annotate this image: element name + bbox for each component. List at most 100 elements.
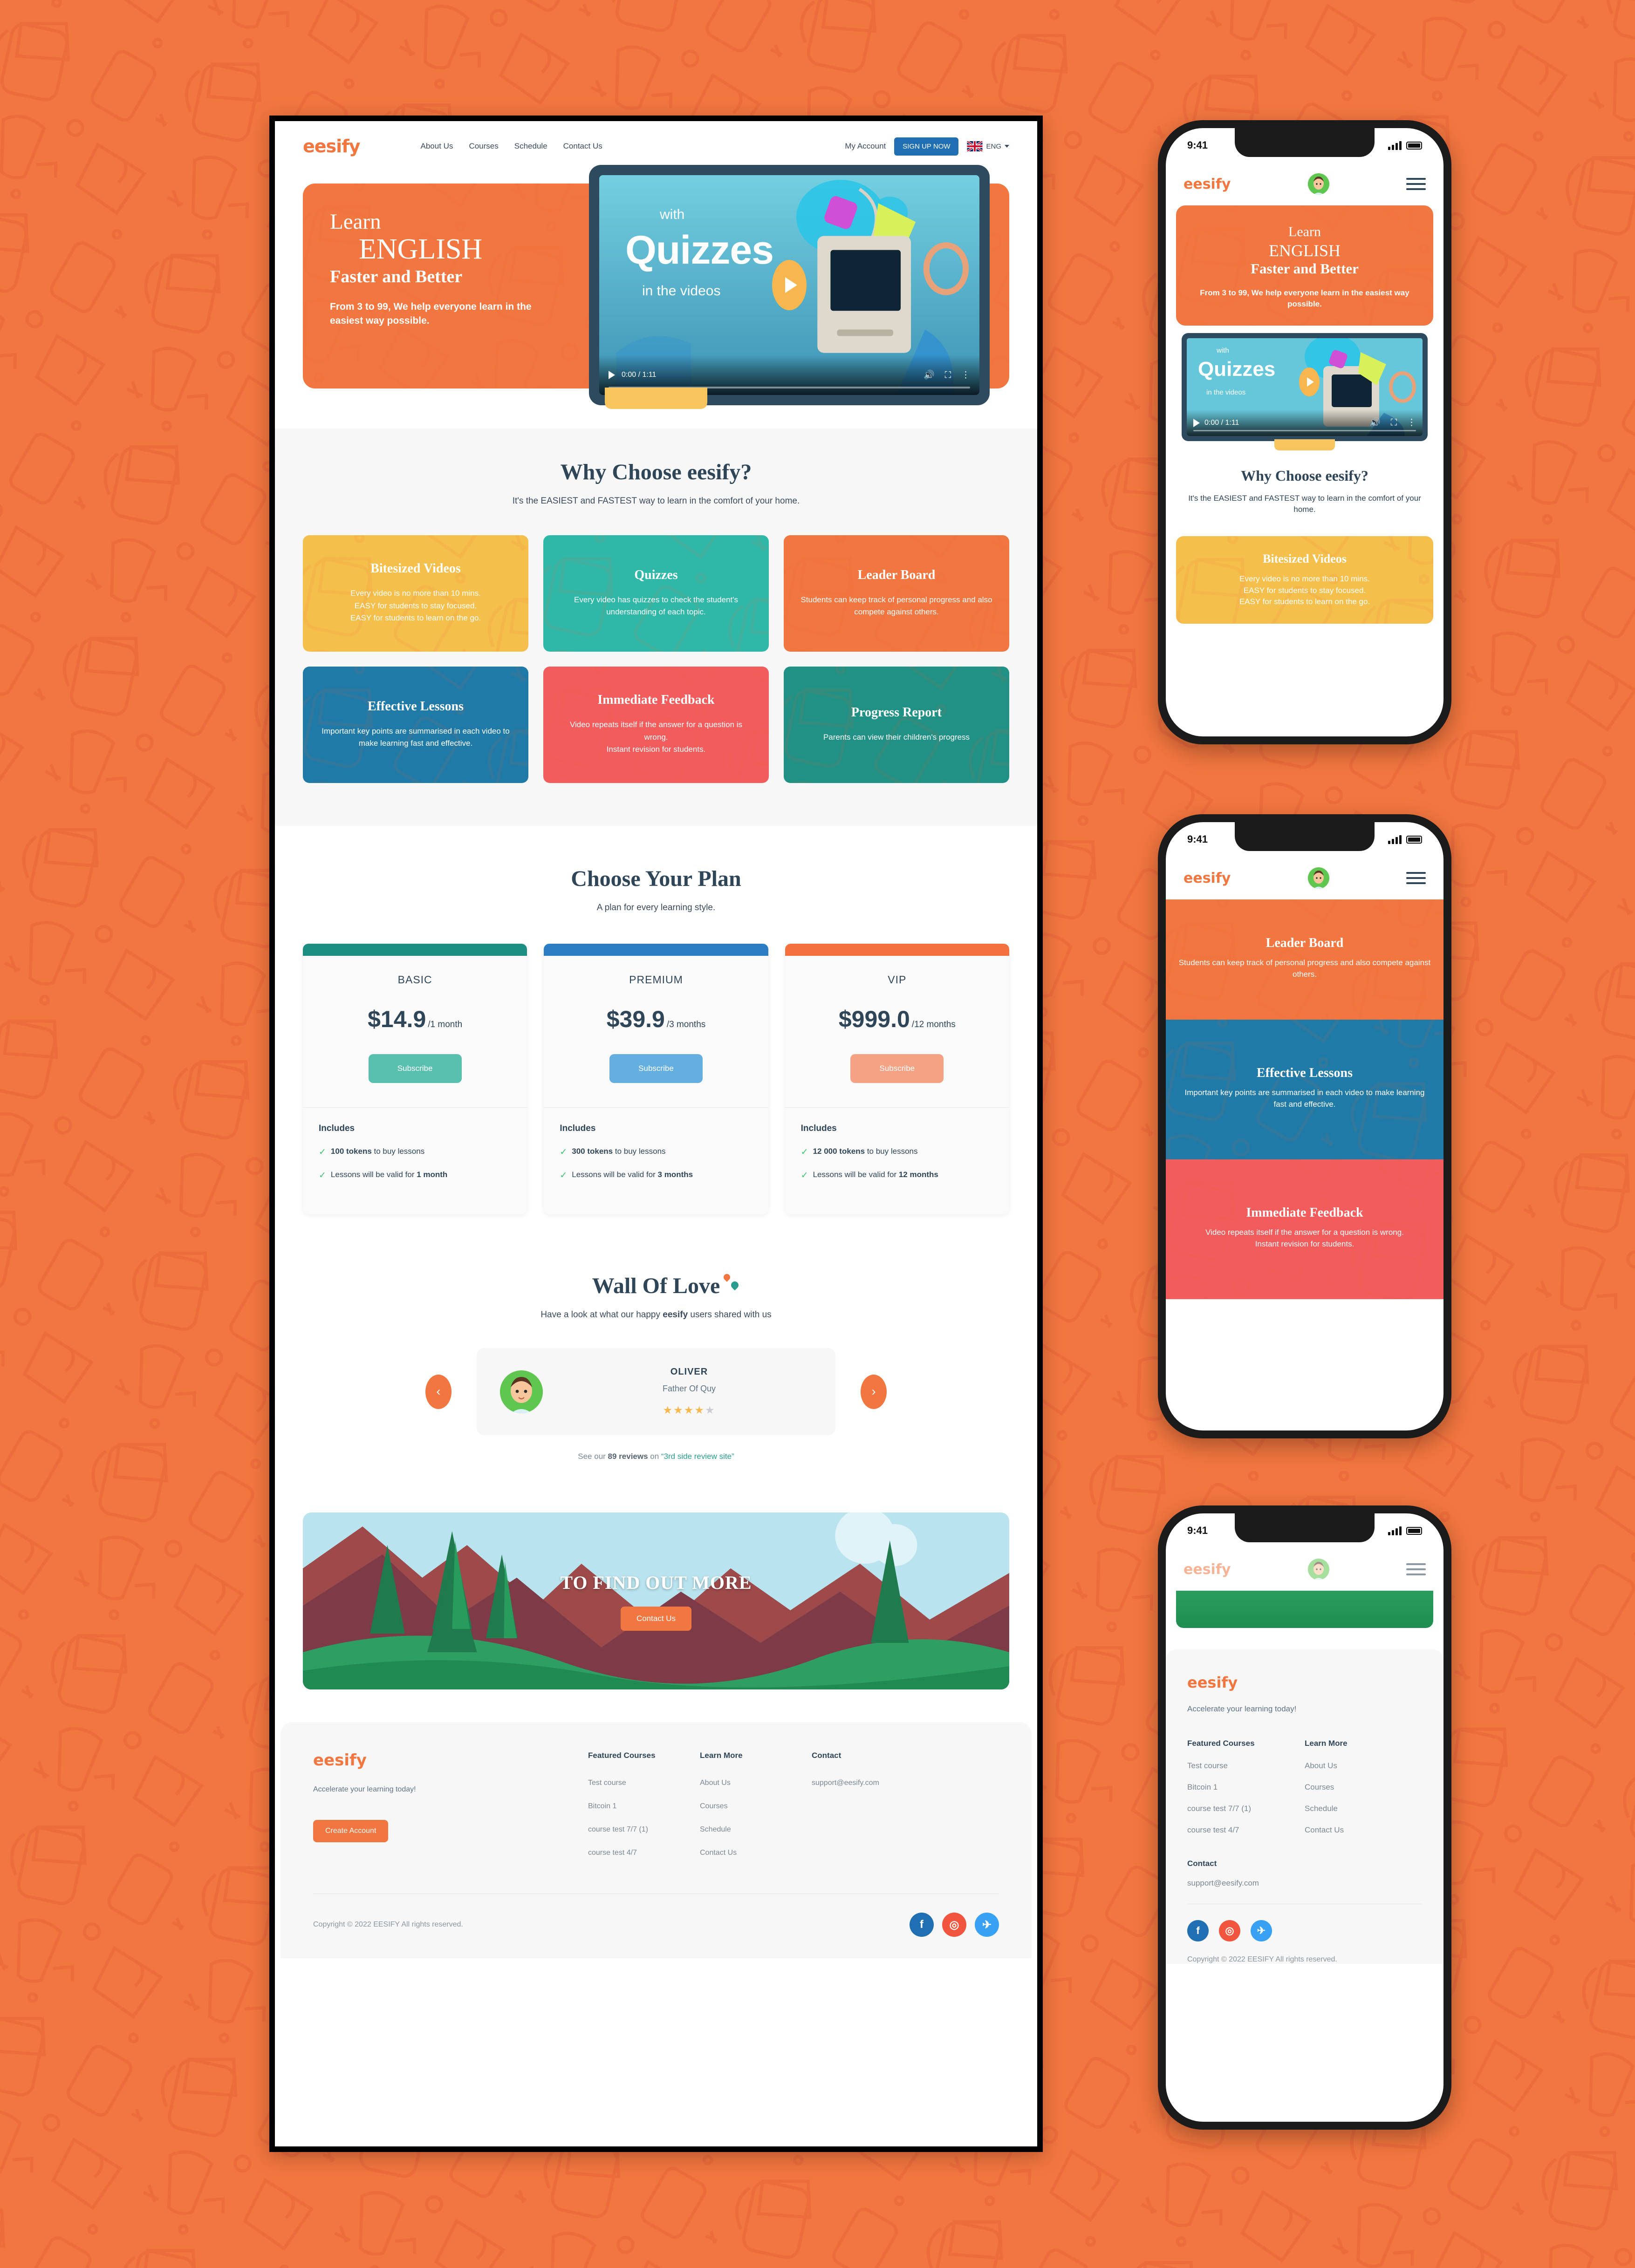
play-icon[interactable]: [1193, 418, 1200, 427]
fullscreen-icon[interactable]: ⛶: [945, 371, 951, 380]
feature-card-grid: Bitesized Videos Every video is no more …: [303, 535, 1009, 783]
subscribe-button[interactable]: Subscribe: [609, 1054, 703, 1083]
brand-logo[interactable]: eesify: [1183, 1561, 1231, 1578]
sign-up-now-button[interactable]: SIGN UP NOW: [894, 137, 959, 156]
check-icon: ✓: [319, 1147, 326, 1157]
phone-3-screen: 9:41 eesify eesify Accelerate your learn…: [1166, 1513, 1443, 2122]
video-controls-bar[interactable]: 0:00 / 1:11 🔊 ⛶ ⋮: [1187, 409, 1423, 436]
footer-link[interactable]: Bitcoin 1: [588, 1802, 700, 1811]
footer-link[interactable]: Courses: [700, 1802, 812, 1811]
user-avatar-icon[interactable]: [1307, 867, 1329, 889]
user-avatar-icon[interactable]: [1307, 1559, 1329, 1580]
brand-logo[interactable]: eesify: [1183, 176, 1231, 192]
check-icon: ✓: [800, 1147, 808, 1157]
carousel-next-button[interactable]: ›: [861, 1374, 887, 1409]
includes-label: Includes: [560, 1124, 596, 1133]
subscribe-button[interactable]: Subscribe: [850, 1054, 944, 1083]
hamburger-menu-icon[interactable]: [1406, 1563, 1426, 1575]
nav-item-contact-us[interactable]: Contact Us: [563, 142, 602, 151]
star-icon-filled: ★: [663, 1404, 674, 1417]
hamburger-menu-icon[interactable]: [1406, 872, 1426, 884]
facebook-icon[interactable]: f: [1187, 1920, 1209, 1941]
facebook-icon[interactable]: f: [910, 1913, 934, 1937]
footer-link[interactable]: About Us: [700, 1779, 812, 1787]
phone-header: eesify: [1166, 857, 1443, 899]
footer-link[interactable]: Contact Us: [700, 1849, 812, 1857]
phone-mockup-2: 9:41 eesify Leader Board Students can ke…: [1158, 814, 1451, 1438]
review-site-link[interactable]: “3rd side review site”: [661, 1452, 734, 1461]
subscribe-button[interactable]: Subscribe: [368, 1054, 462, 1083]
footer-contact-email[interactable]: support@eesify.com: [812, 1779, 879, 1787]
footer-link[interactable]: Schedule: [700, 1825, 812, 1834]
hero-subtitle: From 3 to 99, We help everyone learn in …: [330, 301, 532, 326]
footer-link[interactable]: About Us: [1305, 1761, 1422, 1771]
footer-tagline: Accelerate your learning today!: [1187, 1704, 1297, 1713]
my-account-link[interactable]: My Account: [845, 142, 886, 151]
feature-card-body: Students can keep track of personal prog…: [1178, 958, 1431, 979]
hamburger-menu-icon[interactable]: [1406, 178, 1426, 190]
footer-link[interactable]: Schedule: [1305, 1804, 1422, 1813]
cta-content: TO FIND OUT MORE Contact Us: [303, 1512, 1009, 1689]
video-progress-bar[interactable]: [1193, 429, 1416, 431]
signal-icon: [1388, 1526, 1402, 1535]
nav-item-about-us[interactable]: About Us: [421, 142, 453, 151]
twitter-icon[interactable]: ✈: [975, 1913, 999, 1937]
volume-icon[interactable]: 🔊: [1369, 418, 1381, 427]
signal-icon: [1388, 835, 1402, 844]
footer-tagline: Accelerate your learning today!: [313, 1785, 416, 1794]
plan-feature-rest: Lessons will be valid for: [813, 1170, 899, 1179]
footer-link[interactable]: Courses: [1305, 1783, 1422, 1792]
footer-link[interactable]: course test 4/7: [1187, 1825, 1305, 1835]
cta-contact-us-button[interactable]: Contact Us: [620, 1606, 692, 1631]
more-options-icon[interactable]: ⋮: [1407, 418, 1416, 427]
pricing-subtitle: A plan for every learning style.: [596, 903, 716, 913]
video-screen: with Quizzes in the videos 0:00 / 1:11 🔊…: [1187, 338, 1423, 436]
instagram-icon[interactable]: ◎: [1219, 1920, 1240, 1941]
language-selector[interactable]: ENG: [967, 141, 1009, 151]
site-footer: eesify Accelerate your learning today! C…: [280, 1722, 1032, 1959]
footer-link[interactable]: Test course: [1187, 1761, 1305, 1771]
instagram-icon[interactable]: ◎: [942, 1913, 966, 1937]
footer-link[interactable]: Bitcoin 1: [1187, 1783, 1305, 1792]
phone-mockup-3: 9:41 eesify eesify Accelerate your learn…: [1158, 1505, 1451, 2130]
feature-strip-immediate-feedback: Immediate Feedback Video repeats itself …: [1166, 1159, 1443, 1299]
footer-link[interactable]: course test 4/7: [588, 1849, 700, 1857]
brand-logo[interactable]: eesify: [1183, 870, 1231, 886]
play-button-large[interactable]: [1299, 368, 1320, 397]
hero-line-2: ENGLISH: [359, 233, 483, 266]
create-account-button[interactable]: Create Account: [313, 1820, 389, 1843]
carousel-prev-button[interactable]: ‹: [425, 1374, 452, 1409]
video-time-label: 0:00 / 1:11: [1204, 418, 1239, 427]
plan-feature-rest: Lessons will be valid for: [330, 1170, 417, 1179]
phone-video-player[interactable]: with Quizzes in the videos 0:00 / 1:11 🔊…: [1182, 333, 1428, 450]
fullscreen-icon[interactable]: ⛶: [1391, 418, 1397, 427]
twitter-icon[interactable]: ✈: [1251, 1920, 1272, 1941]
nav-item-schedule[interactable]: Schedule: [514, 142, 547, 151]
play-icon[interactable]: [609, 371, 615, 379]
footer-logo[interactable]: eesify: [1187, 1674, 1422, 1691]
why-choose-subtitle: It's the EASIEST and FASTEST way to lear…: [512, 496, 800, 506]
hero-video-player[interactable]: with Quizzes in the videos 0:00 / 1:11 🔊…: [589, 165, 990, 405]
pricing-card-basic: BASIC $14.9/1 month Subscribe Includes ✓…: [303, 944, 527, 1215]
footer-link[interactable]: Contact Us: [1305, 1825, 1422, 1835]
footer-contact-email[interactable]: support@eesify.com: [1187, 1879, 1422, 1888]
footer-logo[interactable]: eesify: [313, 1751, 588, 1770]
pricing-card-accent: [785, 944, 1009, 956]
footer-link[interactable]: Test course: [588, 1779, 700, 1787]
volume-icon[interactable]: 🔊: [924, 371, 935, 380]
footer-link[interactable]: course test 7/7 (1): [1187, 1804, 1305, 1813]
footer-column-heading: Featured Courses: [1187, 1739, 1255, 1748]
video-overlay-bottom: in the videos: [642, 283, 721, 299]
brand-logo[interactable]: eesify: [303, 136, 360, 157]
nav-item-courses[interactable]: Courses: [469, 142, 498, 151]
play-button-large[interactable]: [772, 260, 807, 310]
plan-period: /1 month: [428, 1020, 463, 1029]
more-options-icon[interactable]: ⋮: [961, 371, 970, 380]
footer-link[interactable]: course test 7/7 (1): [588, 1825, 700, 1834]
hero-yellow-tab: [605, 388, 707, 409]
plan-price-row: $14.9/1 month: [303, 1006, 527, 1033]
plan-feature: ✓ Lessons will be valid for 1 month: [319, 1169, 511, 1182]
plan-name: PREMIUM: [629, 974, 683, 986]
wall-of-love-subtitle: Have a look at what our happy eesify use…: [303, 1310, 1009, 1320]
user-avatar-icon[interactable]: [1307, 173, 1329, 195]
